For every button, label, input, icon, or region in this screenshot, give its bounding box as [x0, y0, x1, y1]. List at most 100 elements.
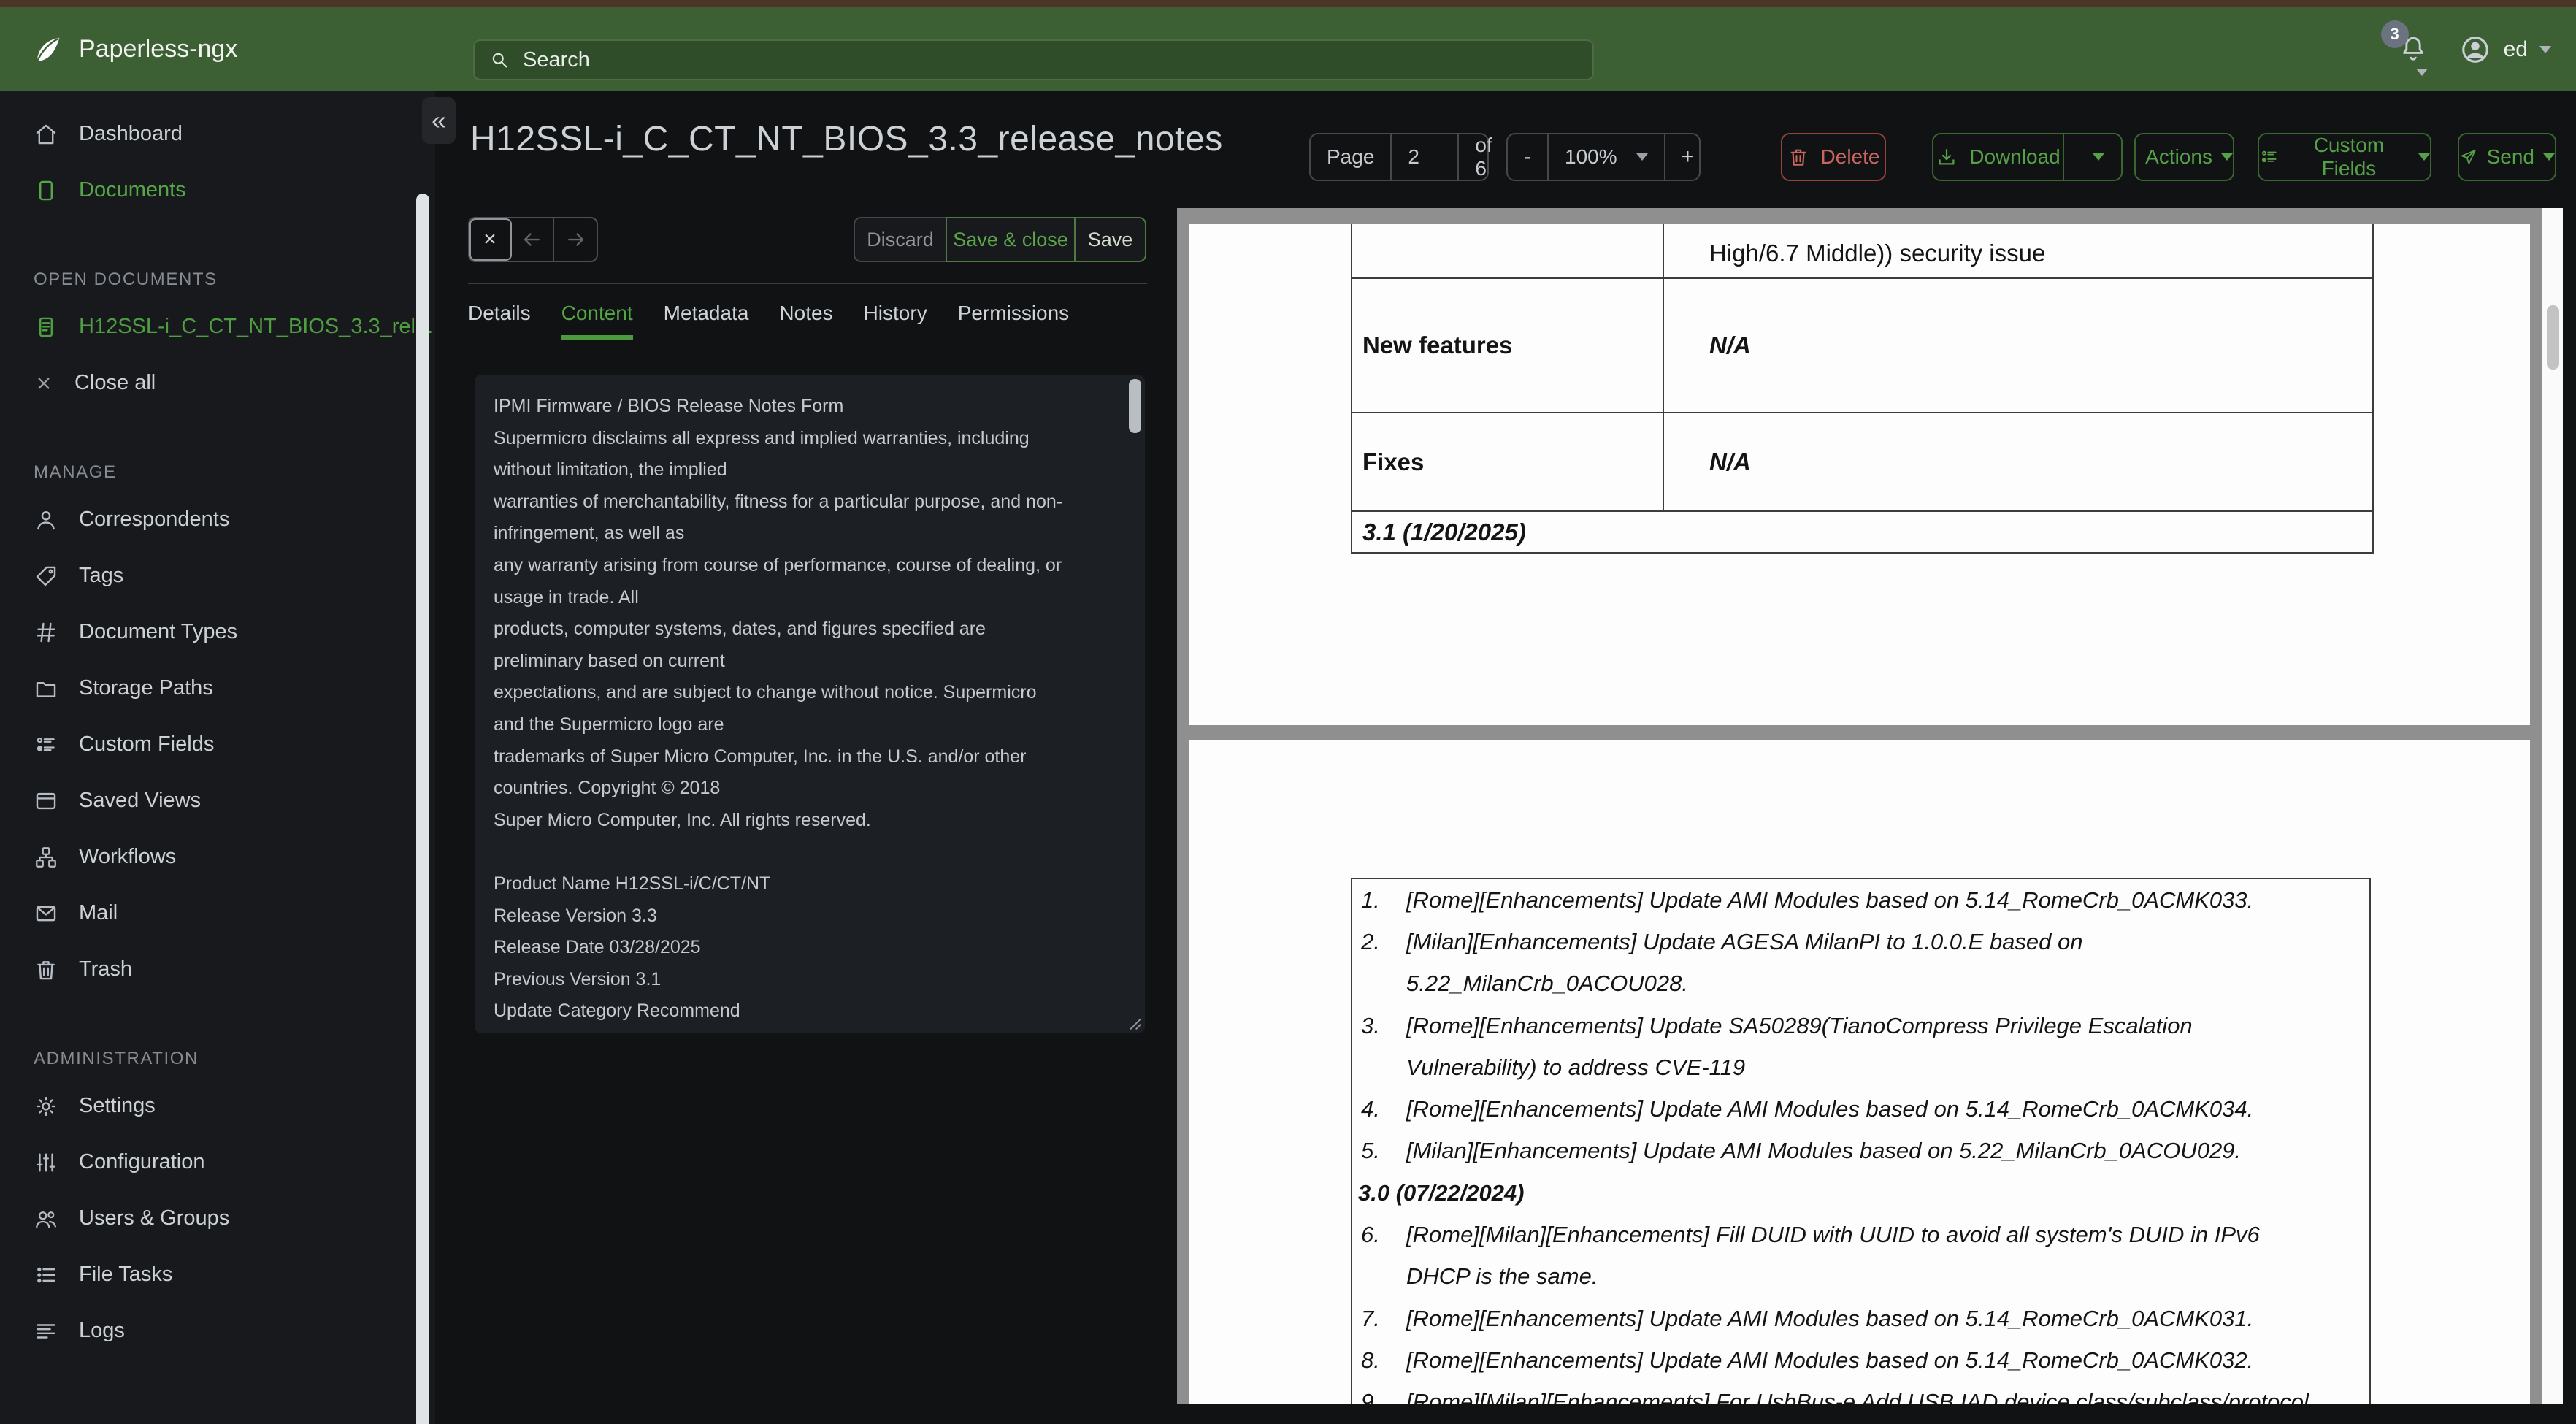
sidebar-collapse-button[interactable]: «: [422, 97, 456, 144]
arrow-left-icon: [521, 229, 543, 250]
editor-tab[interactable]: Content: [561, 302, 633, 340]
actions-button[interactable]: Actions: [2134, 133, 2234, 181]
sidebar-item-label: Configuration: [79, 1150, 205, 1174]
chevron-down-icon: [2543, 153, 2555, 161]
sidebar-item[interactable]: Tags: [0, 548, 123, 604]
admin-list: Settings Configuration Users & Groups Fi…: [0, 1078, 435, 1359]
pdf-page-1: High/6.7 Middle)) security issue New fea…: [1189, 224, 2530, 725]
change-list-line: 7. [Rome][Enhancements] Update AMI Modul…: [1352, 1298, 2369, 1339]
app-title: Paperless-ngx: [79, 35, 238, 63]
sidebar-item[interactable]: Logs: [0, 1303, 125, 1359]
zoom-level-dropdown[interactable]: 100%: [1549, 134, 1665, 180]
change-list-line: 8. [Rome][Enhancements] Update AMI Modul…: [1352, 1339, 2369, 1381]
sidebar-open-document[interactable]: H12SSL-i_C_CT_NT_BIOS_3.3_rel...: [0, 299, 433, 355]
sidebar-item[interactable]: Document Types: [0, 604, 237, 660]
sidebar-scrollbar[interactable]: [416, 194, 429, 1424]
sidebar-item[interactable]: Users & Groups: [0, 1190, 229, 1247]
next-document-button[interactable]: [554, 218, 597, 261]
sidebar-item[interactable]: Saved Views: [0, 773, 201, 829]
sidebar: Dashboard Documents OPEN DOCUMENTS H12SS…: [0, 91, 435, 1424]
download-button[interactable]: Download: [1933, 134, 2064, 180]
tab-label: History: [863, 302, 927, 324]
sidebar-item-icon: [34, 845, 58, 870]
zoom-control: - 100% +: [1506, 133, 1701, 181]
editor-tab[interactable]: History: [864, 302, 927, 340]
save-button[interactable]: Save: [1076, 217, 1146, 262]
sidebar-item-icon: [34, 564, 58, 589]
resize-handle-icon[interactable]: [1124, 1012, 1143, 1031]
change-list-line: 3.0 (07/22/2024): [1352, 1172, 2369, 1214]
page-number-segment: [1392, 134, 1460, 180]
chevron-down-icon: [2415, 68, 2428, 76]
sidebar-item-label: Settings: [79, 1094, 156, 1117]
list-text: [Milan][Enhancements] Update AGESA Milan…: [1406, 928, 2083, 954]
close-all-button[interactable]: Close all: [0, 355, 435, 411]
actions-label: Actions: [2145, 145, 2212, 168]
sidebar-item[interactable]: Dashboard: [0, 106, 183, 162]
user-menu[interactable]: ed: [2458, 33, 2551, 66]
sidebar-item-label: Saved Views: [79, 789, 202, 812]
sidebar-item[interactable]: Correspondents: [0, 491, 229, 548]
zoom-out-button[interactable]: -: [1508, 134, 1549, 180]
table-row: New features N/A: [1352, 277, 2372, 412]
sidebar-item[interactable]: Mail: [0, 885, 118, 941]
page-number-input[interactable]: [1408, 145, 1442, 169]
sidebar-item[interactable]: Settings: [0, 1078, 156, 1134]
custom-fields-button[interactable]: Custom Fields: [2258, 133, 2431, 181]
change-list-line: 1. [Rome][Enhancements] Update AMI Modul…: [1352, 879, 2369, 921]
table-cell: N/A: [1709, 332, 1751, 359]
delete-button[interactable]: Delete: [1781, 133, 1886, 181]
send-button[interactable]: Send: [2458, 133, 2556, 181]
sidebar-item[interactable]: Storage Paths: [0, 660, 213, 716]
editor-tab[interactable]: Metadata: [664, 302, 749, 340]
table-cell: High/6.7 Middle)) security issue: [1709, 240, 2046, 267]
change-list-line: Vulnerability) to address CVE-119: [1352, 1046, 2369, 1088]
sidebar-item-icon: [34, 1319, 58, 1344]
close-icon: [34, 373, 54, 394]
page-control: Page of 6: [1309, 133, 1492, 181]
chevron-down-icon: [2418, 153, 2430, 161]
sidebar-item-label: Dashboard: [79, 122, 183, 145]
change-list-line: 4. [Rome][Enhancements] Update AMI Modul…: [1352, 1088, 2369, 1130]
sidebar-item-label: Trash: [79, 957, 133, 981]
sidebar-item[interactable]: File Tasks: [0, 1247, 172, 1303]
search-input[interactable]: [523, 47, 1578, 72]
arrow-right-icon: [564, 229, 586, 250]
notifications-button[interactable]: 3: [2380, 20, 2429, 76]
list-number: 9.: [1361, 1389, 1380, 1404]
discard-button[interactable]: Discard: [854, 217, 946, 262]
content-textarea[interactable]: IPMI Firmware / BIOS Release Notes Form …: [475, 375, 1145, 1033]
sidebar-item[interactable]: Configuration: [0, 1134, 205, 1190]
editor-tab[interactable]: Permissions: [958, 302, 1069, 340]
pdf-scrollbar-thumb[interactable]: [2547, 305, 2559, 370]
chevron-down-icon: [2221, 153, 2233, 161]
sidebar-item[interactable]: Documents: [0, 162, 186, 218]
document-title: H12SSL-i_C_CT_NT_BIOS_3.3_release_notes: [470, 120, 1223, 158]
previous-document-button[interactable]: [512, 218, 554, 261]
close-document-button[interactable]: ×: [469, 218, 512, 261]
pdf-scrollbar-track[interactable]: [2542, 208, 2563, 1404]
change-list-line: 3. [Rome][Enhancements] Update SA50289(T…: [1352, 1005, 2369, 1046]
sidebar-item-label: Workflows: [79, 845, 177, 868]
sidebar-item-label: Logs: [79, 1319, 125, 1342]
content-scrollbar-thumb[interactable]: [1129, 379, 1141, 433]
app-logo[interactable]: Paperless-ngx: [31, 7, 237, 91]
search-bar: [473, 39, 1594, 80]
chevron-down-icon: [1636, 153, 1648, 161]
page-label: Page: [1311, 134, 1392, 180]
sidebar-item-label: Documents: [79, 178, 186, 202]
chevron-down-icon: [2539, 45, 2551, 53]
save-and-close-button[interactable]: Save & close: [946, 217, 1076, 262]
trash-icon: [1787, 146, 1809, 168]
sidebar-item[interactable]: Workflows: [0, 829, 176, 885]
zoom-in-button[interactable]: +: [1665, 134, 1711, 180]
list-text: Vulnerability) to address CVE-119: [1406, 1054, 1746, 1080]
editor-tab[interactable]: Details: [468, 302, 531, 340]
table-row: High/6.7 Middle)) security issue: [1352, 224, 2372, 277]
download-options-button[interactable]: [2076, 153, 2121, 161]
editor-tab[interactable]: Notes: [779, 302, 832, 340]
sidebar-item[interactable]: Trash: [0, 941, 132, 998]
sidebar-item[interactable]: Custom Fields: [0, 716, 214, 773]
feather-logo-icon: [31, 33, 64, 66]
list-text: [Rome][Enhancements] Update AMI Modules …: [1406, 887, 2254, 913]
